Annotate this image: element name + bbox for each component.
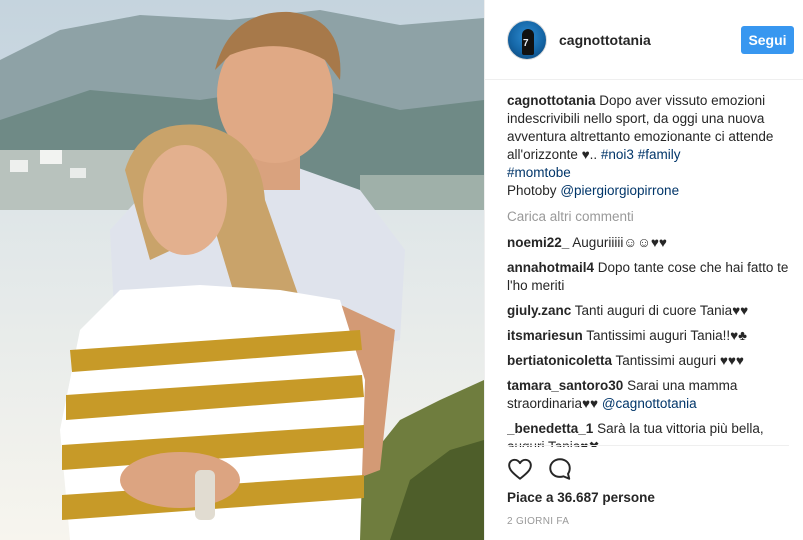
caption-username[interactable]: cagnottotania — [507, 93, 596, 108]
comment-text: Tanti auguri di cuore Tania♥♥ — [574, 303, 749, 318]
actions-divider — [507, 445, 789, 446]
comment-item: bertiatonicoletta Tantissimi auguri ♥♥♥ — [507, 352, 789, 370]
post-timestamp: 2 GIORNI FA — [507, 516, 570, 527]
comment-text: Tantissimi auguri Tania!!♥♣ — [586, 328, 747, 343]
load-more-comments-link[interactable]: Carica altri commenti — [507, 208, 789, 226]
post-sidebar: 7 cagnottotania Segui cagnottotania Dopo… — [484, 0, 803, 540]
post-photo[interactable] — [0, 0, 484, 540]
post-header: 7 cagnottotania Segui — [485, 0, 803, 80]
hashtag-noi3[interactable]: #noi3 — [601, 147, 634, 162]
post-caption: cagnottotania Dopo aver vissuto emozioni… — [507, 92, 789, 200]
avatar[interactable]: 7 — [507, 20, 547, 60]
comment-mention[interactable]: @cagnottotania — [602, 396, 697, 411]
comment-text: Tantissimi auguri ♥♥♥ — [615, 353, 744, 368]
comment-username[interactable]: giuly.zanc — [507, 303, 571, 318]
comment-item: noemi22_ Auguriiiii☺☺♥♥ — [507, 234, 789, 252]
photo-credit-mention[interactable]: @piergiorgiopirrone — [560, 183, 679, 198]
comment-item: tamara_santoro30 Sarai una mamma straord… — [507, 377, 789, 413]
comments-list[interactable]: cagnottotania Dopo aver vissuto emozioni… — [507, 92, 789, 447]
comment-username[interactable]: noemi22_ — [507, 235, 569, 250]
heart-icon[interactable] — [507, 456, 533, 482]
likes-count[interactable]: Piace a 36.687 persone — [507, 490, 655, 505]
comment-item: giuly.zanc Tanti auguri di cuore Tania♥♥ — [507, 302, 789, 320]
avatar-number: 7 — [523, 38, 529, 49]
hashtag-family[interactable]: #family — [638, 147, 681, 162]
comment-username[interactable]: annahotmail4 — [507, 260, 594, 275]
comment-username[interactable]: itsmariesun — [507, 328, 583, 343]
header-username[interactable]: cagnottotania — [559, 32, 651, 48]
comment-text: Auguriiiii☺☺♥♥ — [572, 235, 667, 250]
comment-username[interactable]: bertiatonicoletta — [507, 353, 612, 368]
comment-item: itsmariesun Tantissimi auguri Tania!!♥♣ — [507, 327, 789, 345]
photo-credit-prefix: Photoby — [507, 183, 557, 198]
hashtag-momtobe[interactable]: #momtobe — [507, 165, 571, 180]
speech-bubble-icon[interactable] — [547, 456, 573, 482]
comment-item: annahotmail4 Dopo tante cose che hai fat… — [507, 259, 789, 295]
comment-username[interactable]: _benedetta_1 — [507, 421, 593, 436]
comment-item: _benedetta_1 Sarà la tua vittoria più be… — [507, 420, 789, 447]
couple-photo-illustration — [0, 0, 484, 540]
follow-button[interactable]: Segui — [741, 26, 794, 54]
comment-username[interactable]: tamara_santoro30 — [507, 378, 623, 393]
